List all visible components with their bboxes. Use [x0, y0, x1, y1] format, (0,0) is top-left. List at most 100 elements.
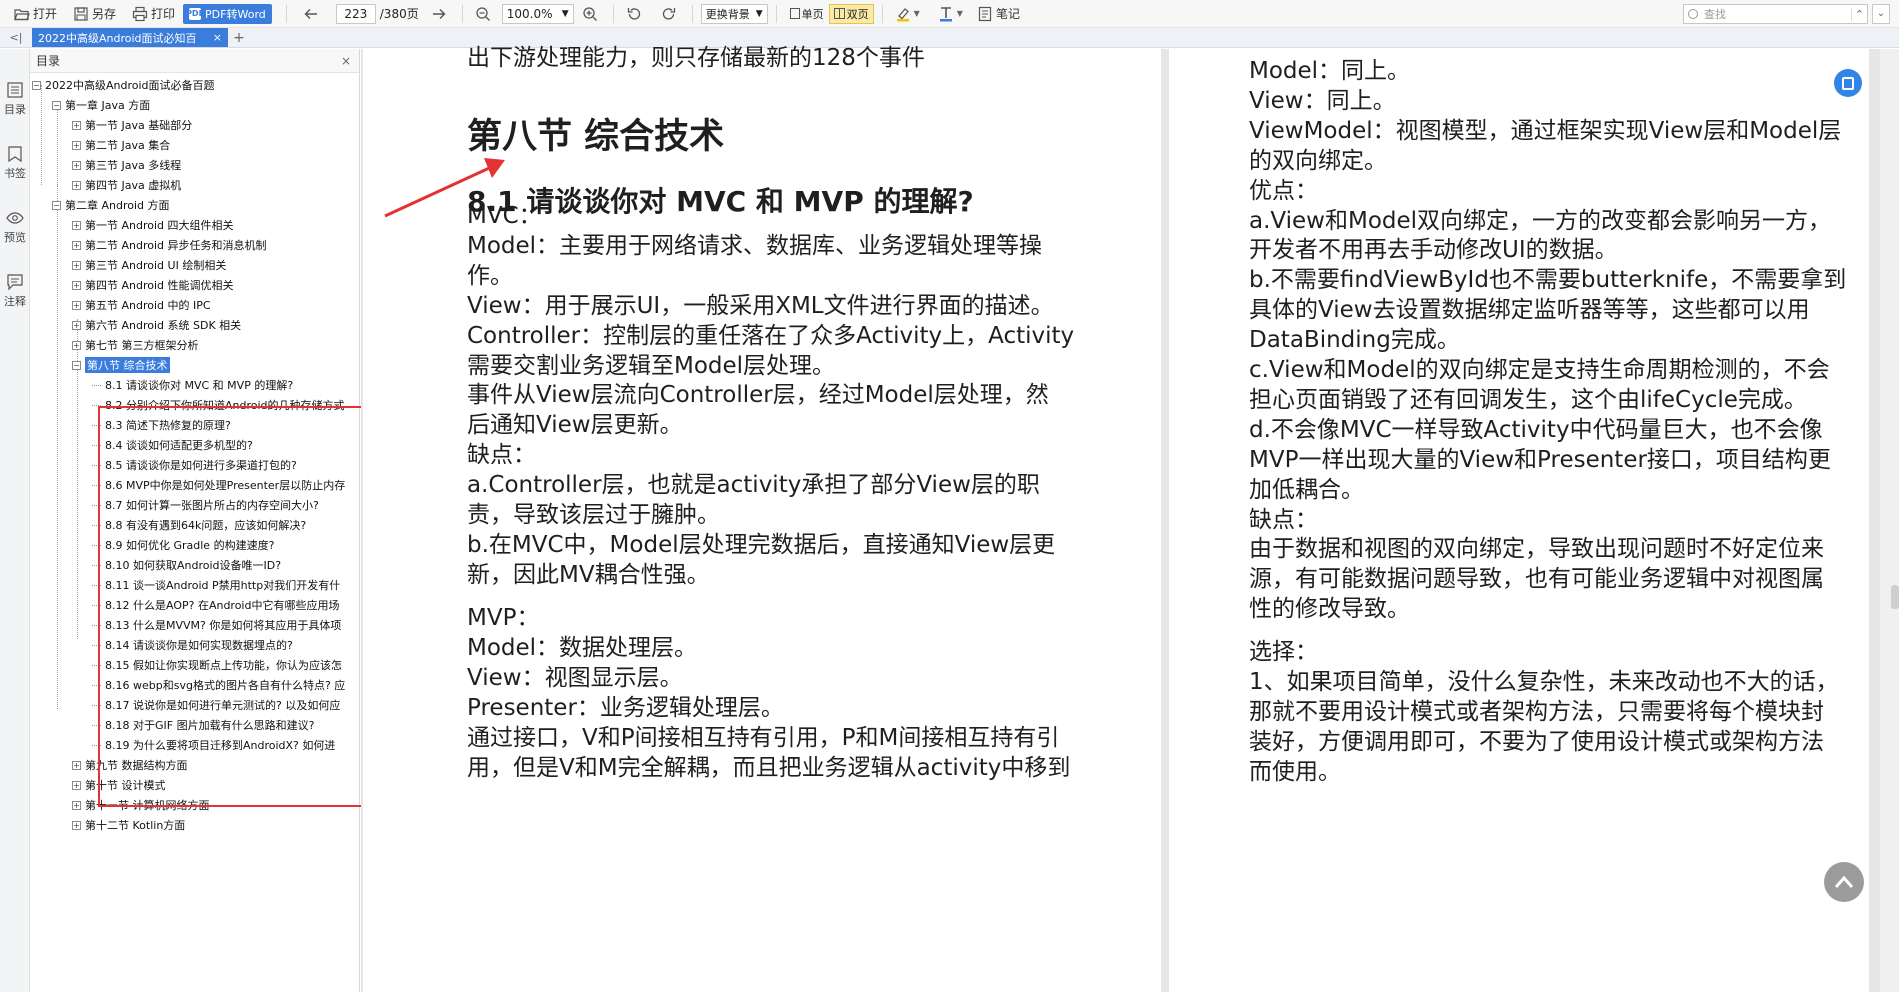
expand-icon[interactable]: +	[72, 260, 81, 270]
save-as-label: 另存	[92, 7, 117, 21]
new-tab-button[interactable]: +	[228, 28, 250, 47]
double-page-icon	[833, 8, 845, 19]
page-right: Model：同上。 View：同上。 ViewModel：视图模型，通过框架实现Vi…	[1169, 49, 1869, 992]
document-tab[interactable]: 2022中高级Android面试必知百 ×	[32, 28, 228, 47]
toc-item-root[interactable]: − 2022中高级Android面试必备百题	[32, 75, 215, 95]
save-icon	[74, 6, 88, 21]
vertical-scrollbar[interactable]	[1880, 49, 1899, 992]
page-text-line: b.不需要findViewById也不需要butterknife，不需要拿到	[1249, 267, 1847, 294]
toc-item[interactable]: 8.1 请谈谈你对 MVC 和 MVP 的理解?	[92, 375, 360, 395]
expand-icon[interactable]: +	[72, 180, 81, 190]
chevron-left-icon: <|	[9, 30, 23, 44]
search-input[interactable]: 查找 ⌃	[1683, 4, 1868, 24]
close-icon[interactable]: ×	[341, 54, 351, 68]
toc-item-label: 第三节 Android UI 绘制相关	[85, 259, 227, 272]
toc-item[interactable]: + 第一节 Java 基础部分	[72, 115, 192, 135]
page-text-line: ViewModel：视图模型，通过框架实现View层和Model层	[1249, 117, 1842, 144]
chevron-down-icon: ▼	[561, 8, 569, 19]
open-button[interactable]: 打开	[10, 3, 61, 25]
page-text-line: DataBinding完成。	[1249, 327, 1460, 354]
toc-item[interactable]: + 第三节 Java 多线程	[72, 155, 181, 175]
document-viewer: 出下游处理能力，则只存储最新的128个事件 第八节 综合技术 8.1 请谈谈你对…	[361, 45, 1899, 992]
chevron-down-icon: ▼	[956, 9, 963, 18]
highlight-button[interactable]: ▼	[891, 3, 924, 25]
scrollbar-thumb[interactable]	[1891, 585, 1899, 609]
next-page-button[interactable]	[427, 3, 454, 25]
close-tab-icon[interactable]: ×	[213, 31, 222, 44]
toc-item[interactable]: + 第三节 Android UI 绘制相关	[72, 255, 226, 275]
page-text-line: 的双向绑定。	[1249, 147, 1387, 174]
toc-item[interactable]: + 第五节 Android 中的 IPC	[72, 295, 211, 315]
expand-icon[interactable]: +	[72, 120, 81, 130]
expand-icon[interactable]: +	[72, 800, 81, 810]
expand-icon[interactable]: +	[72, 220, 81, 230]
text-color-button[interactable]: ▼	[934, 3, 967, 25]
toc-item[interactable]: + 第一节 Android 四大组件相关	[72, 215, 234, 235]
chevron-up-icon[interactable]: ⌃	[1851, 7, 1867, 21]
rotate-right-button[interactable]	[657, 3, 684, 25]
rail-annotate-button[interactable]: 注释	[0, 241, 30, 308]
collapse-panel-button[interactable]: <|	[0, 27, 32, 47]
single-page-icon	[789, 8, 800, 19]
pdf-icon: PDF	[186, 7, 205, 20]
collapse-icon[interactable]: −	[72, 360, 81, 370]
expand-icon[interactable]: +	[72, 240, 81, 250]
expand-icon[interactable]: +	[72, 780, 81, 790]
scroll-to-top-button[interactable]	[1824, 862, 1864, 902]
expand-icon[interactable]: +	[72, 300, 81, 310]
chevron-down-icon[interactable]: ⌄	[1872, 4, 1890, 24]
toc-item[interactable]: + 第四节 Android 性能调优相关	[72, 275, 234, 295]
expand-icon[interactable]: +	[72, 160, 81, 170]
save-as-button[interactable]: 另存	[69, 3, 120, 25]
toc-item[interactable]: + 第七节 第三方框架分析	[72, 335, 199, 355]
single-page-label: 单页	[801, 7, 824, 21]
toc-item-chapter2[interactable]: − 第二章 Android 方面	[52, 195, 170, 215]
page-text-line: View：视图显示层。	[467, 664, 683, 691]
document-tab-title: 2022中高级Android面试必知百	[38, 31, 197, 45]
previous-page-button[interactable]	[299, 3, 326, 25]
note-icon	[978, 6, 992, 21]
zoom-select[interactable]: 100.0% ▼	[501, 3, 574, 24]
toc-item[interactable]: + 第六节 Android 系统 SDK 相关	[72, 315, 241, 335]
tree-guide	[57, 185, 58, 709]
expand-icon[interactable]: +	[72, 820, 81, 830]
toc-item-label: 2022中高级Android面试必备百题	[45, 79, 215, 92]
print-label: 打印	[151, 7, 176, 21]
toc-item[interactable]: + 第二节 Android 异步任务和消息机制	[72, 235, 267, 255]
double-page-label: 双页	[846, 7, 869, 21]
zoom-in-button[interactable]	[578, 3, 605, 25]
rail-toc-button[interactable]: 目录	[0, 49, 30, 116]
expand-icon[interactable]: +	[72, 320, 81, 330]
pdf-to-word-button[interactable]: PDF PDF转Word	[183, 3, 272, 24]
collapse-icon[interactable]: −	[52, 100, 61, 110]
word-icon	[1842, 76, 1854, 90]
print-button[interactable]: 打印	[128, 3, 179, 25]
zoom-out-button[interactable]	[471, 3, 498, 25]
expand-icon[interactable]: +	[72, 280, 81, 290]
double-page-button[interactable]: 双页	[828, 3, 874, 24]
collapse-icon[interactable]: −	[52, 200, 61, 210]
rail-bookmark-button[interactable]: 书签	[0, 113, 30, 180]
note-label: 笔记	[995, 7, 1020, 21]
toc-item-label: 第一节 Android 四大组件相关	[85, 219, 234, 232]
toc-item-section8[interactable]: − 第八节 综合技术	[72, 355, 170, 375]
page-text-line: 选择：	[1249, 639, 1318, 665]
note-button[interactable]: 笔记	[973, 3, 1024, 25]
expand-icon[interactable]: +	[72, 340, 81, 350]
page-text-line: 责，导致该层过于臃肿。	[467, 502, 720, 528]
toc-item[interactable]: + 第二节 Java 集合	[72, 135, 170, 155]
collapse-icon[interactable]: −	[32, 80, 41, 90]
expand-icon[interactable]: +	[72, 140, 81, 150]
toc-item[interactable]: + 第四节 Java 虚拟机	[72, 175, 181, 195]
toc-item-chapter1[interactable]: − 第一章 Java 方面	[52, 95, 150, 115]
change-background-select[interactable]: 更换背景 ▼	[700, 3, 768, 24]
rail-preview-button[interactable]: 预览	[0, 177, 30, 244]
page-text-line: 用，但是V和M完全解耦，而且把业务逻辑从activity中移到	[467, 754, 1071, 781]
toc-item[interactable]: + 第十二节 Kotlin方面	[72, 815, 185, 835]
single-page-button[interactable]: 单页	[785, 4, 829, 24]
page-number-input[interactable]: 223	[335, 3, 376, 24]
expand-icon[interactable]: +	[72, 760, 81, 770]
word-convert-float-button[interactable]	[1834, 69, 1862, 97]
rotate-left-button[interactable]	[622, 3, 649, 25]
page-text-line: MVP一样出现大量的View和Presenter接口，项目结构更	[1249, 446, 1831, 473]
